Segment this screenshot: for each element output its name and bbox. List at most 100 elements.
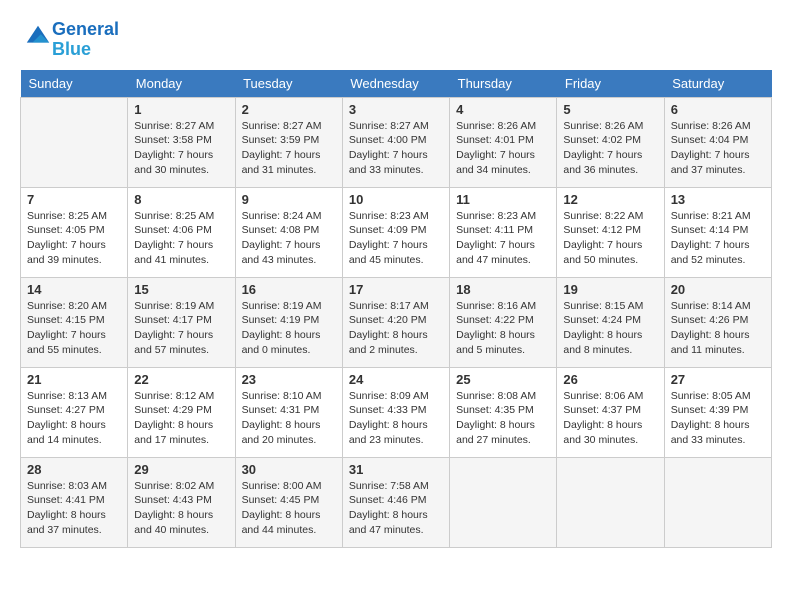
day-info: Sunrise: 8:27 AMSunset: 3:58 PMDaylight:…	[134, 119, 228, 178]
day-cell: 23 Sunrise: 8:10 AMSunset: 4:31 PMDayligh…	[235, 367, 342, 457]
day-info: Sunrise: 7:58 AMSunset: 4:46 PMDaylight:…	[349, 479, 443, 538]
day-cell: 2 Sunrise: 8:27 AMSunset: 3:59 PMDaylight…	[235, 97, 342, 187]
header-tuesday: Tuesday	[235, 70, 342, 98]
calendar-header-row: SundayMondayTuesdayWednesdayThursdayFrid…	[21, 70, 772, 98]
day-info: Sunrise: 8:00 AMSunset: 4:45 PMDaylight:…	[242, 479, 336, 538]
day-cell: 13Sunrise: 8:21 AMSunset: 4:14 PMDayligh…	[664, 187, 771, 277]
week-row-4: 21Sunrise: 8:13 AMSunset: 4:27 PMDayligh…	[21, 367, 772, 457]
day-number: 2	[242, 102, 336, 117]
day-info: Sunrise: 8:24 AMSunset: 4:08 PMDaylight:…	[242, 209, 336, 268]
day-info: Sunrise: 8:22 AMSunset: 4:12 PMDaylight:…	[563, 209, 657, 268]
day-cell: 29 Sunrise: 8:02 AMSunset: 4:43 PMDayligh…	[128, 457, 235, 547]
day-info: Sunrise: 8:08 AMSunset: 4:35 PMDaylight:…	[456, 389, 550, 448]
day-number: 3	[349, 102, 443, 117]
day-cell: 14 Sunrise: 8:20 AMSunset: 4:15 PMDayligh…	[21, 277, 128, 367]
day-info: Sunrise: 8:25 AMSunset: 4:05 PMDaylight:…	[27, 209, 121, 268]
page-header: General Blue	[20, 20, 772, 60]
day-info: Sunrise: 8:27 AMSunset: 3:59 PMDaylight:…	[242, 119, 336, 178]
day-number: 24	[349, 372, 443, 387]
day-info: Sunrise: 8:15 AMSunset: 4:24 PMDaylight:…	[563, 299, 657, 358]
day-number: 23	[242, 372, 336, 387]
day-cell: 21Sunrise: 8:13 AMSunset: 4:27 PMDayligh…	[21, 367, 128, 457]
header-saturday: Saturday	[664, 70, 771, 98]
header-monday: Monday	[128, 70, 235, 98]
day-info: Sunrise: 8:23 AMSunset: 4:09 PMDaylight:…	[349, 209, 443, 268]
day-number: 20	[671, 282, 765, 297]
day-number: 8	[134, 192, 228, 207]
day-number: 25	[456, 372, 550, 387]
day-cell: 22Sunrise: 8:12 AMSunset: 4:29 PMDayligh…	[128, 367, 235, 457]
day-number: 15	[134, 282, 228, 297]
day-info: Sunrise: 8:19 AMSunset: 4:17 PMDaylight:…	[134, 299, 228, 358]
day-number: 4	[456, 102, 550, 117]
day-cell: 25 Sunrise: 8:08 AMSunset: 4:35 PMDayligh…	[450, 367, 557, 457]
logo-line1: General	[52, 20, 119, 40]
day-cell	[21, 97, 128, 187]
day-number: 12	[563, 192, 657, 207]
day-cell	[450, 457, 557, 547]
day-number: 18	[456, 282, 550, 297]
day-info: Sunrise: 8:21 AMSunset: 4:14 PMDaylight:…	[671, 209, 765, 268]
day-number: 10	[349, 192, 443, 207]
header-friday: Friday	[557, 70, 664, 98]
day-info: Sunrise: 8:19 AMSunset: 4:19 PMDaylight:…	[242, 299, 336, 358]
logo: General Blue	[20, 20, 119, 60]
calendar-table: SundayMondayTuesdayWednesdayThursdayFrid…	[20, 70, 772, 548]
day-info: Sunrise: 8:03 AMSunset: 4:41 PMDaylight:…	[27, 479, 121, 538]
day-info: Sunrise: 8:13 AMSunset: 4:27 PMDaylight:…	[27, 389, 121, 448]
day-info: Sunrise: 8:06 AMSunset: 4:37 PMDaylight:…	[563, 389, 657, 448]
week-row-2: 7Sunrise: 8:25 AMSunset: 4:05 PMDaylight…	[21, 187, 772, 277]
day-cell: 1 Sunrise: 8:27 AMSunset: 3:58 PMDaylight…	[128, 97, 235, 187]
day-info: Sunrise: 8:26 AMSunset: 4:01 PMDaylight:…	[456, 119, 550, 178]
week-row-3: 14 Sunrise: 8:20 AMSunset: 4:15 PMDayligh…	[21, 277, 772, 367]
day-number: 16	[242, 282, 336, 297]
day-cell: 4 Sunrise: 8:26 AMSunset: 4:01 PMDaylight…	[450, 97, 557, 187]
day-info: Sunrise: 8:10 AMSunset: 4:31 PMDaylight:…	[242, 389, 336, 448]
day-cell: 20 Sunrise: 8:14 AMSunset: 4:26 PMDayligh…	[664, 277, 771, 367]
day-number: 27	[671, 372, 765, 387]
day-info: Sunrise: 8:20 AMSunset: 4:15 PMDaylight:…	[27, 299, 121, 358]
day-cell: 24 Sunrise: 8:09 AMSunset: 4:33 PMDayligh…	[342, 367, 449, 457]
day-number: 14	[27, 282, 121, 297]
day-number: 1	[134, 102, 228, 117]
day-info: Sunrise: 8:17 AMSunset: 4:20 PMDaylight:…	[349, 299, 443, 358]
day-info: Sunrise: 8:14 AMSunset: 4:26 PMDaylight:…	[671, 299, 765, 358]
header-wednesday: Wednesday	[342, 70, 449, 98]
day-cell: 9 Sunrise: 8:24 AMSunset: 4:08 PMDaylight…	[235, 187, 342, 277]
day-cell	[557, 457, 664, 547]
day-number: 11	[456, 192, 550, 207]
day-cell: 15 Sunrise: 8:19 AMSunset: 4:17 PMDayligh…	[128, 277, 235, 367]
day-cell: 28 Sunrise: 8:03 AMSunset: 4:41 PMDayligh…	[21, 457, 128, 547]
header-thursday: Thursday	[450, 70, 557, 98]
day-info: Sunrise: 8:09 AMSunset: 4:33 PMDaylight:…	[349, 389, 443, 448]
day-cell: 10 Sunrise: 8:23 AMSunset: 4:09 PMDayligh…	[342, 187, 449, 277]
day-cell	[664, 457, 771, 547]
day-cell: 5Sunrise: 8:26 AMSunset: 4:02 PMDaylight…	[557, 97, 664, 187]
day-cell: 6 Sunrise: 8:26 AMSunset: 4:04 PMDaylight…	[664, 97, 771, 187]
day-cell: 31 Sunrise: 7:58 AMSunset: 4:46 PMDayligh…	[342, 457, 449, 547]
day-cell: 8 Sunrise: 8:25 AMSunset: 4:06 PMDaylight…	[128, 187, 235, 277]
week-row-5: 28 Sunrise: 8:03 AMSunset: 4:41 PMDayligh…	[21, 457, 772, 547]
day-cell: 17 Sunrise: 8:17 AMSunset: 4:20 PMDayligh…	[342, 277, 449, 367]
day-cell: 26Sunrise: 8:06 AMSunset: 4:37 PMDayligh…	[557, 367, 664, 457]
day-info: Sunrise: 8:27 AMSunset: 4:00 PMDaylight:…	[349, 119, 443, 178]
day-number: 31	[349, 462, 443, 477]
day-info: Sunrise: 8:12 AMSunset: 4:29 PMDaylight:…	[134, 389, 228, 448]
day-info: Sunrise: 8:26 AMSunset: 4:02 PMDaylight:…	[563, 119, 657, 178]
header-sunday: Sunday	[21, 70, 128, 98]
day-info: Sunrise: 8:02 AMSunset: 4:43 PMDaylight:…	[134, 479, 228, 538]
day-number: 17	[349, 282, 443, 297]
day-number: 19	[563, 282, 657, 297]
day-info: Sunrise: 8:25 AMSunset: 4:06 PMDaylight:…	[134, 209, 228, 268]
week-row-1: 1 Sunrise: 8:27 AMSunset: 3:58 PMDaylight…	[21, 97, 772, 187]
day-number: 28	[27, 462, 121, 477]
day-cell: 12 Sunrise: 8:22 AMSunset: 4:12 PMDayligh…	[557, 187, 664, 277]
day-info: Sunrise: 8:23 AMSunset: 4:11 PMDaylight:…	[456, 209, 550, 268]
day-number: 9	[242, 192, 336, 207]
day-number: 30	[242, 462, 336, 477]
day-number: 29	[134, 462, 228, 477]
day-info: Sunrise: 8:26 AMSunset: 4:04 PMDaylight:…	[671, 119, 765, 178]
day-cell: 27Sunrise: 8:05 AMSunset: 4:39 PMDayligh…	[664, 367, 771, 457]
day-info: Sunrise: 8:16 AMSunset: 4:22 PMDaylight:…	[456, 299, 550, 358]
day-number: 6	[671, 102, 765, 117]
